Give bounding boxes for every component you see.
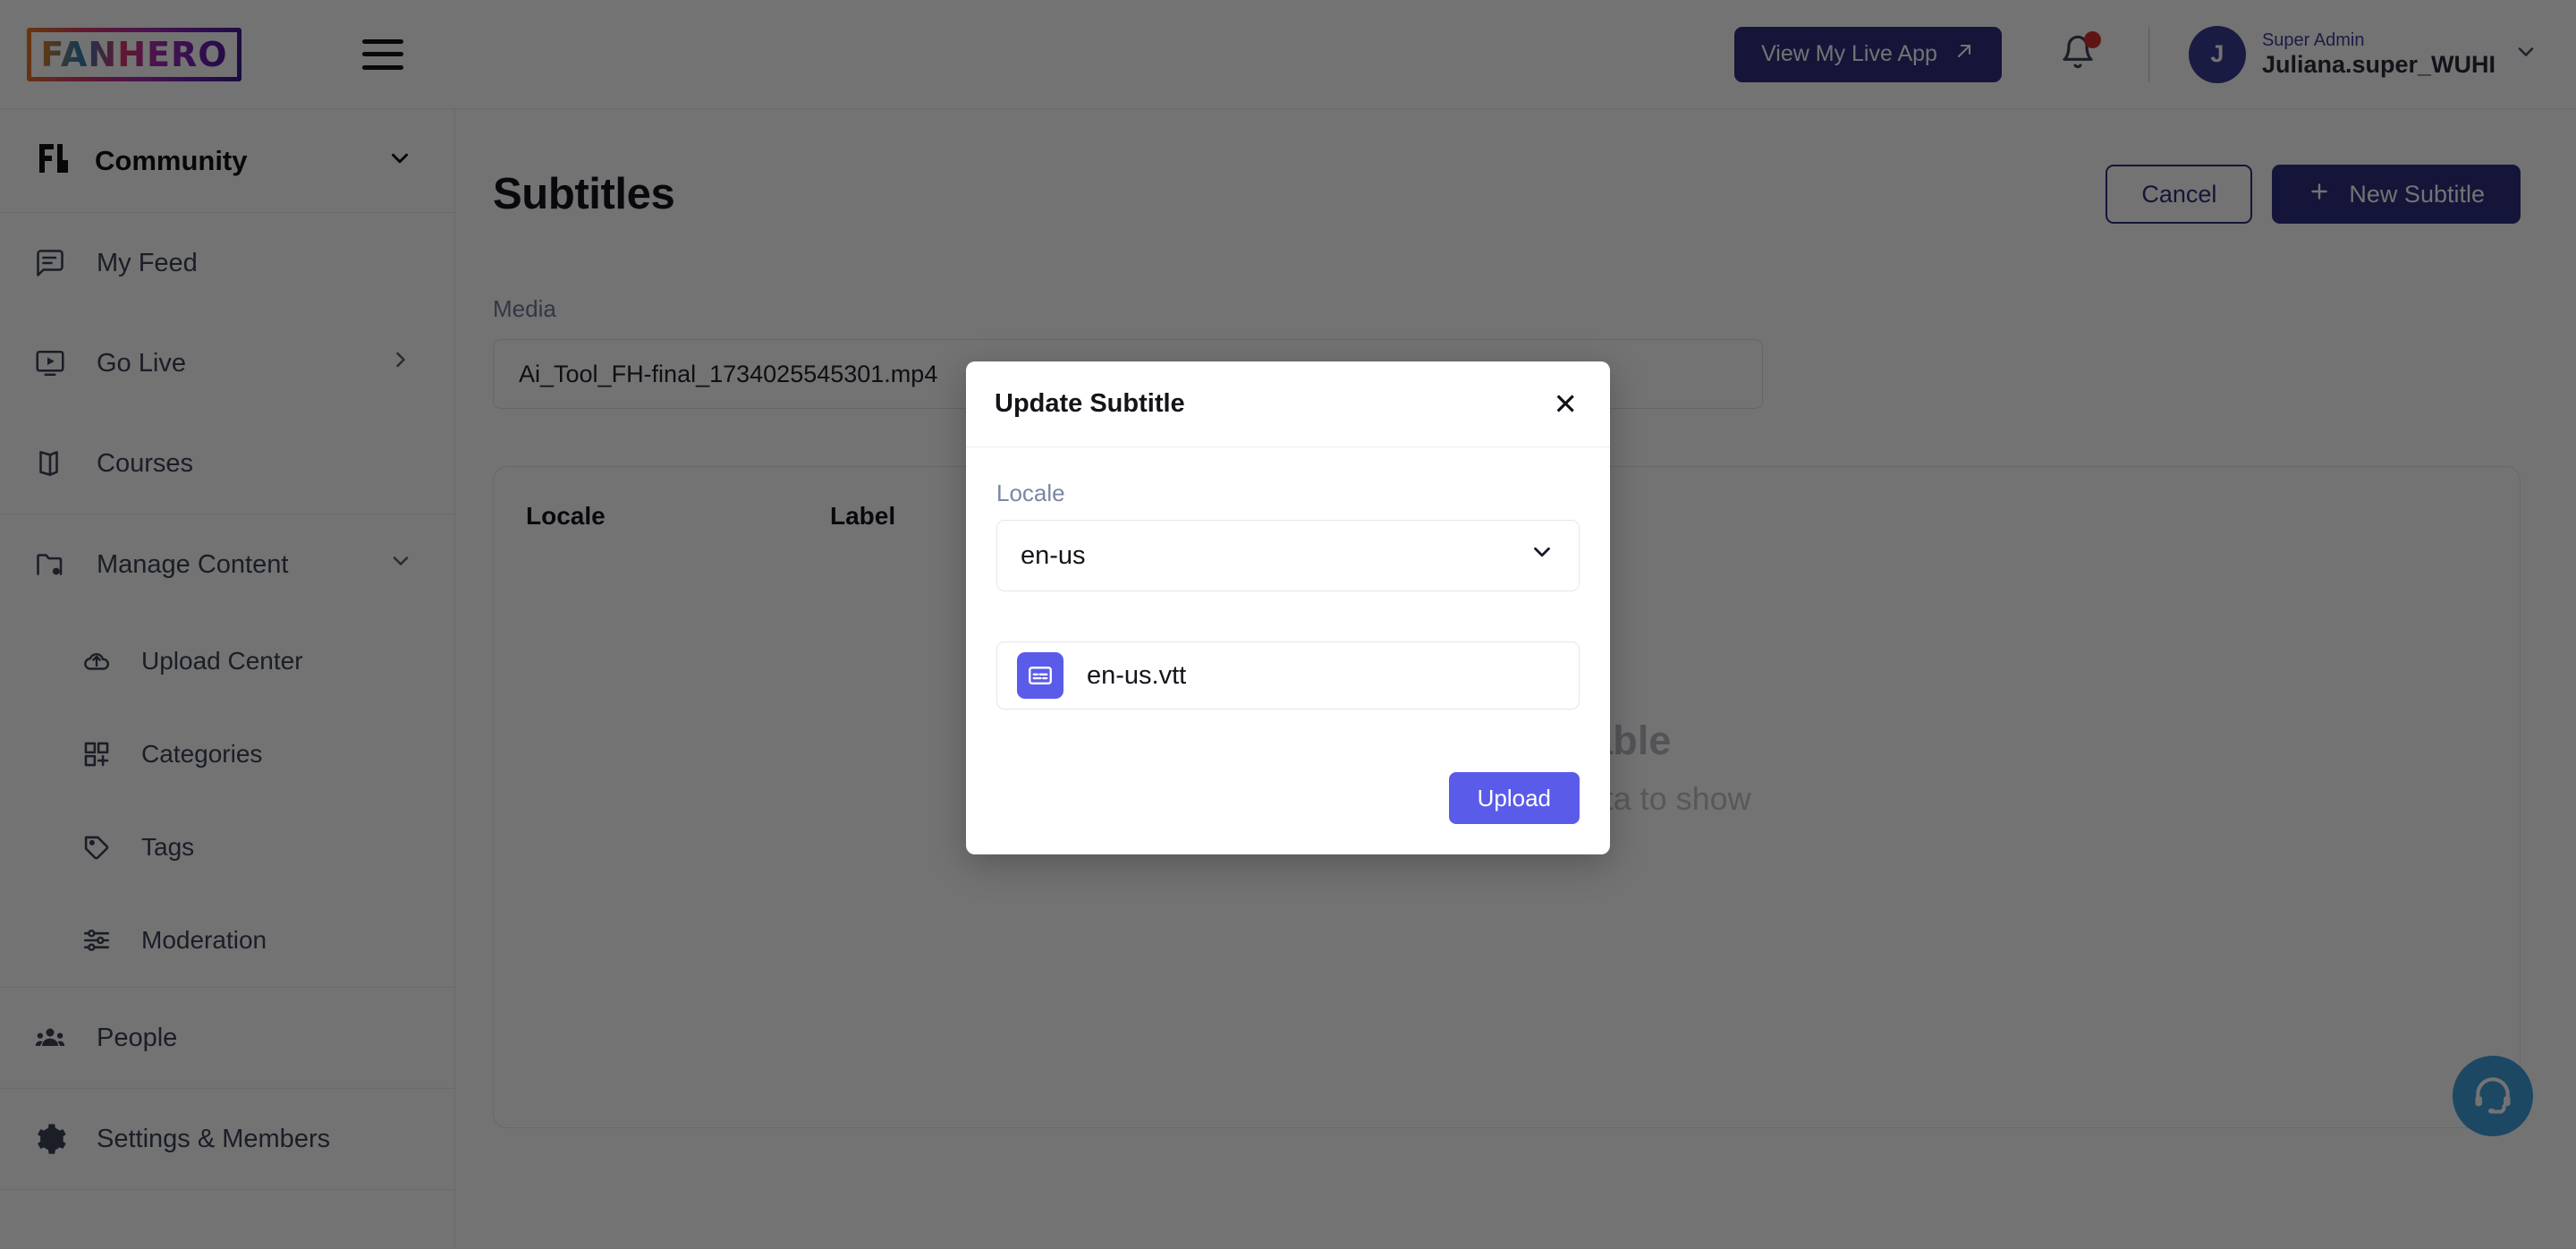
modal-footer: Upload	[966, 736, 1610, 854]
selected-file-name: en-us.vtt	[1087, 660, 1187, 690]
close-icon[interactable]: ✕	[1553, 389, 1578, 419]
locale-select[interactable]: en-us	[996, 520, 1580, 591]
modal-header: Update Subtitle ✕	[966, 361, 1610, 447]
modal-title: Update Subtitle	[995, 389, 1185, 418]
upload-button[interactable]: Upload	[1448, 772, 1580, 824]
update-subtitle-modal: Update Subtitle ✕ Locale en-us en-us.vtt…	[966, 361, 1610, 854]
chevron-down-icon	[1529, 539, 1555, 573]
locale-select-value: en-us	[1021, 540, 1086, 570]
subtitle-file-icon	[1017, 652, 1063, 699]
modal-body: Locale en-us en-us.vtt	[966, 447, 1610, 736]
locale-field-label: Locale	[996, 480, 1065, 506]
app-root: FANHERO View My Live App J	[0, 0, 2576, 1249]
selected-file-row[interactable]: en-us.vtt	[996, 641, 1580, 709]
